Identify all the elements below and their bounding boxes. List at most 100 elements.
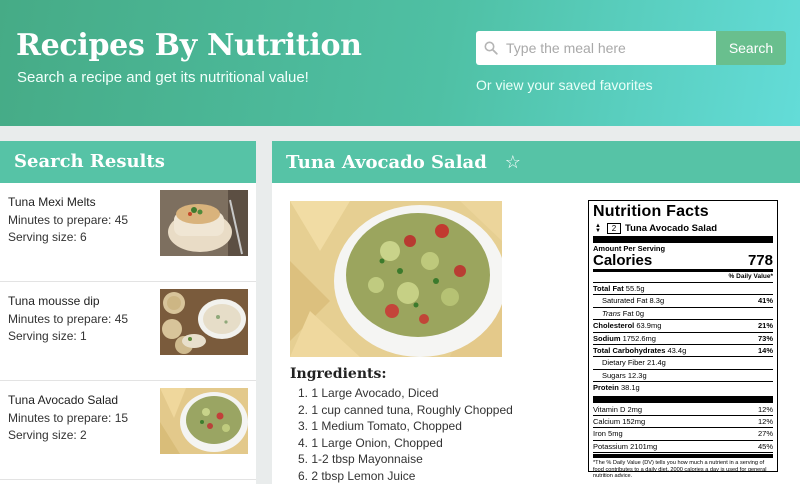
nutrient-percent: 12%	[757, 404, 773, 414]
nutrient-amount: 63.9mg	[636, 321, 662, 331]
nutrient-percent: 21%	[757, 321, 773, 331]
nutrient-amount: 2mg	[627, 404, 643, 414]
app-subtitle: Search a recipe and get its nutritional …	[17, 69, 309, 86]
result-item[interactable]: Tuna Mexi Melts Minutes to prepare: 45 S…	[0, 183, 256, 282]
nutrient-amount: 38.1g	[620, 383, 640, 393]
ingredient-item: 1. 1 Large Avocado, Diced	[298, 386, 439, 400]
vitamin-row: Calcium 152mg 12%	[593, 416, 773, 429]
nutrient-amount: 12.3g	[627, 370, 647, 380]
stepper-icon[interactable]: ▲ ▼	[593, 223, 603, 234]
vitamin-row: Iron 5mg 27%	[593, 428, 773, 441]
ingredient-item: 3. 1 Medium Tomato, Chopped	[298, 419, 462, 433]
recipe-title: Tuna Avocado Salad	[286, 151, 487, 173]
search-button[interactable]: Search	[716, 31, 786, 65]
result-name[interactable]: Tuna Avocado Salad	[8, 393, 118, 407]
serving-selector: ▲ ▼ 2 Tuna Avocado Salad	[593, 223, 773, 234]
nutrient-amount: 2101mg	[630, 441, 658, 451]
nutrient-label: Dietary Fiber	[602, 358, 645, 368]
nutrient-row: Saturated Fat 8.3g 41%	[593, 295, 773, 308]
nutrient-label: Cholesterol	[593, 321, 635, 331]
nutrient-row: Protein 38.1g	[593, 382, 773, 393]
nutrient-row: Sugars 12.3g	[593, 370, 773, 383]
nutrient-row: Trans Fat 0g	[593, 308, 773, 321]
vitamin-row: Vitamin D 2mg 12%	[593, 404, 773, 417]
app-header: Recipes By Nutrition Search a recipe and…	[0, 0, 800, 126]
recipe-detail-panel: Tuna Avocado Salad ☆ Ingredients: 1. 1 L…	[272, 141, 800, 484]
result-thumbnail[interactable]	[160, 289, 248, 355]
divider	[593, 236, 773, 243]
nutrient-row: Total Carbohydrates 43.4g 14%	[593, 345, 773, 358]
calories-value: 778	[747, 252, 773, 269]
nutrient-label: Calcium	[593, 417, 621, 427]
nutrient-label: Protein	[593, 383, 619, 393]
nutrient-percent: 45%	[757, 441, 773, 451]
nutrient-amount: 21.4g	[647, 358, 666, 368]
search-results-panel: Search Results Tuna Mexi Melts Minutes t…	[0, 141, 256, 484]
nutrient-label: Sodium	[593, 333, 621, 343]
daily-value-footnote: *The % Daily Value (DV) tells you how mu…	[593, 460, 767, 480]
nutrient-label-suffix: Fat	[622, 308, 634, 318]
nutrient-label: Trans	[602, 308, 621, 318]
recipe-photo	[290, 201, 502, 357]
nutrient-row: Total Fat 55.5g	[593, 283, 773, 296]
result-minutes: Minutes to prepare: 45	[8, 312, 129, 326]
ingredient-item: 5. 1-2 tbsp Mayonnaise	[298, 452, 423, 466]
vitamin-row: Potassium 2101mg 45%	[593, 441, 773, 454]
search-results-title: Search Results	[0, 141, 256, 183]
result-serving: Serving size: 2	[8, 428, 87, 442]
nutrient-row: Dietary Fiber 21.4g	[593, 357, 773, 370]
nutrient-label: Total Fat	[593, 284, 624, 293]
nutrient-amount: 152mg	[622, 417, 646, 427]
serving-name: Tuna Avocado Salad	[625, 223, 718, 234]
divider	[593, 395, 773, 403]
result-minutes: Minutes to prepare: 45	[8, 213, 129, 227]
ingredients-title: Ingredients:	[290, 366, 387, 382]
nutrient-amount: 1752.6mg	[622, 333, 656, 343]
result-thumbnail[interactable]	[160, 190, 248, 256]
ingredient-item: 2. 1 cup canned tuna, Roughly Chopped	[298, 402, 513, 417]
ingredient-item: 4. 1 Large Onion, Chopped	[298, 435, 443, 450]
nutrition-facts-label: Nutrition Facts ▲ ▼ 2 Tuna Avocado Salad …	[588, 200, 778, 479]
result-serving: Serving size: 1	[8, 329, 87, 343]
result-serving: Serving size: 6	[8, 230, 87, 244]
nutrient-percent: 14%	[757, 346, 773, 356]
nutrient-label: Sugars	[602, 370, 626, 380]
daily-value-header: % Daily Value*	[593, 272, 773, 283]
ingredient-list: 1. 1 Large Avocado, Diced 2. 1 cup canne…	[298, 385, 513, 484]
nutrient-amount: 55.5g	[625, 284, 645, 293]
result-item[interactable]: Tuna mousse dip Minutes to prepare: 45 S…	[0, 282, 256, 381]
nutrient-percent: 41%	[757, 296, 773, 306]
nutrient-label: Potassium	[593, 441, 629, 451]
nutrient-percent: 27%	[757, 429, 773, 439]
result-item[interactable]: Tuna Avocado Salad Minutes to prepare: 1…	[0, 381, 256, 480]
nutrient-amount: 5mg	[608, 429, 623, 439]
star-outline-icon[interactable]: ☆	[505, 152, 521, 173]
nutrient-label: Total Carbohydrates	[593, 346, 666, 356]
result-name[interactable]: Tuna mousse dip	[8, 294, 100, 308]
nutrient-label: Saturated Fat	[602, 296, 648, 306]
calories-label: Calories	[593, 252, 653, 269]
divider	[593, 454, 773, 459]
nutrient-row: Sodium 1752.6mg 73%	[593, 333, 773, 346]
nutrient-amount: 0g	[635, 308, 644, 318]
result-minutes: Minutes to prepare: 15	[8, 411, 129, 425]
nutrient-label: Vitamin D	[593, 404, 626, 414]
nutrition-facts-title: Nutrition Facts	[593, 203, 709, 220]
result-thumbnail[interactable]	[160, 388, 248, 454]
search-icon	[484, 41, 498, 55]
nutrient-row: Cholesterol 63.9mg 21%	[593, 320, 773, 333]
favorites-link[interactable]: Or view your saved favorites	[476, 77, 653, 93]
calories-row: Calories 778	[593, 253, 773, 272]
serving-quantity[interactable]: 2	[607, 223, 621, 234]
ingredient-item: 6. 2 tbsp Lemon Juice	[298, 468, 416, 483]
nutrient-amount: 8.3g	[649, 296, 665, 306]
recipe-header: Tuna Avocado Salad ☆	[272, 141, 800, 183]
nutrient-label: Iron	[593, 429, 606, 439]
search-input[interactable]	[506, 32, 706, 64]
nutrient-percent: 12%	[757, 417, 773, 427]
nutrient-percent: 73%	[757, 333, 773, 343]
app-title: Recipes By Nutrition	[16, 28, 362, 63]
nutrient-amount: 43.4g	[667, 346, 687, 356]
result-name[interactable]: Tuna Mexi Melts	[8, 195, 96, 209]
search-box[interactable]	[476, 31, 716, 65]
